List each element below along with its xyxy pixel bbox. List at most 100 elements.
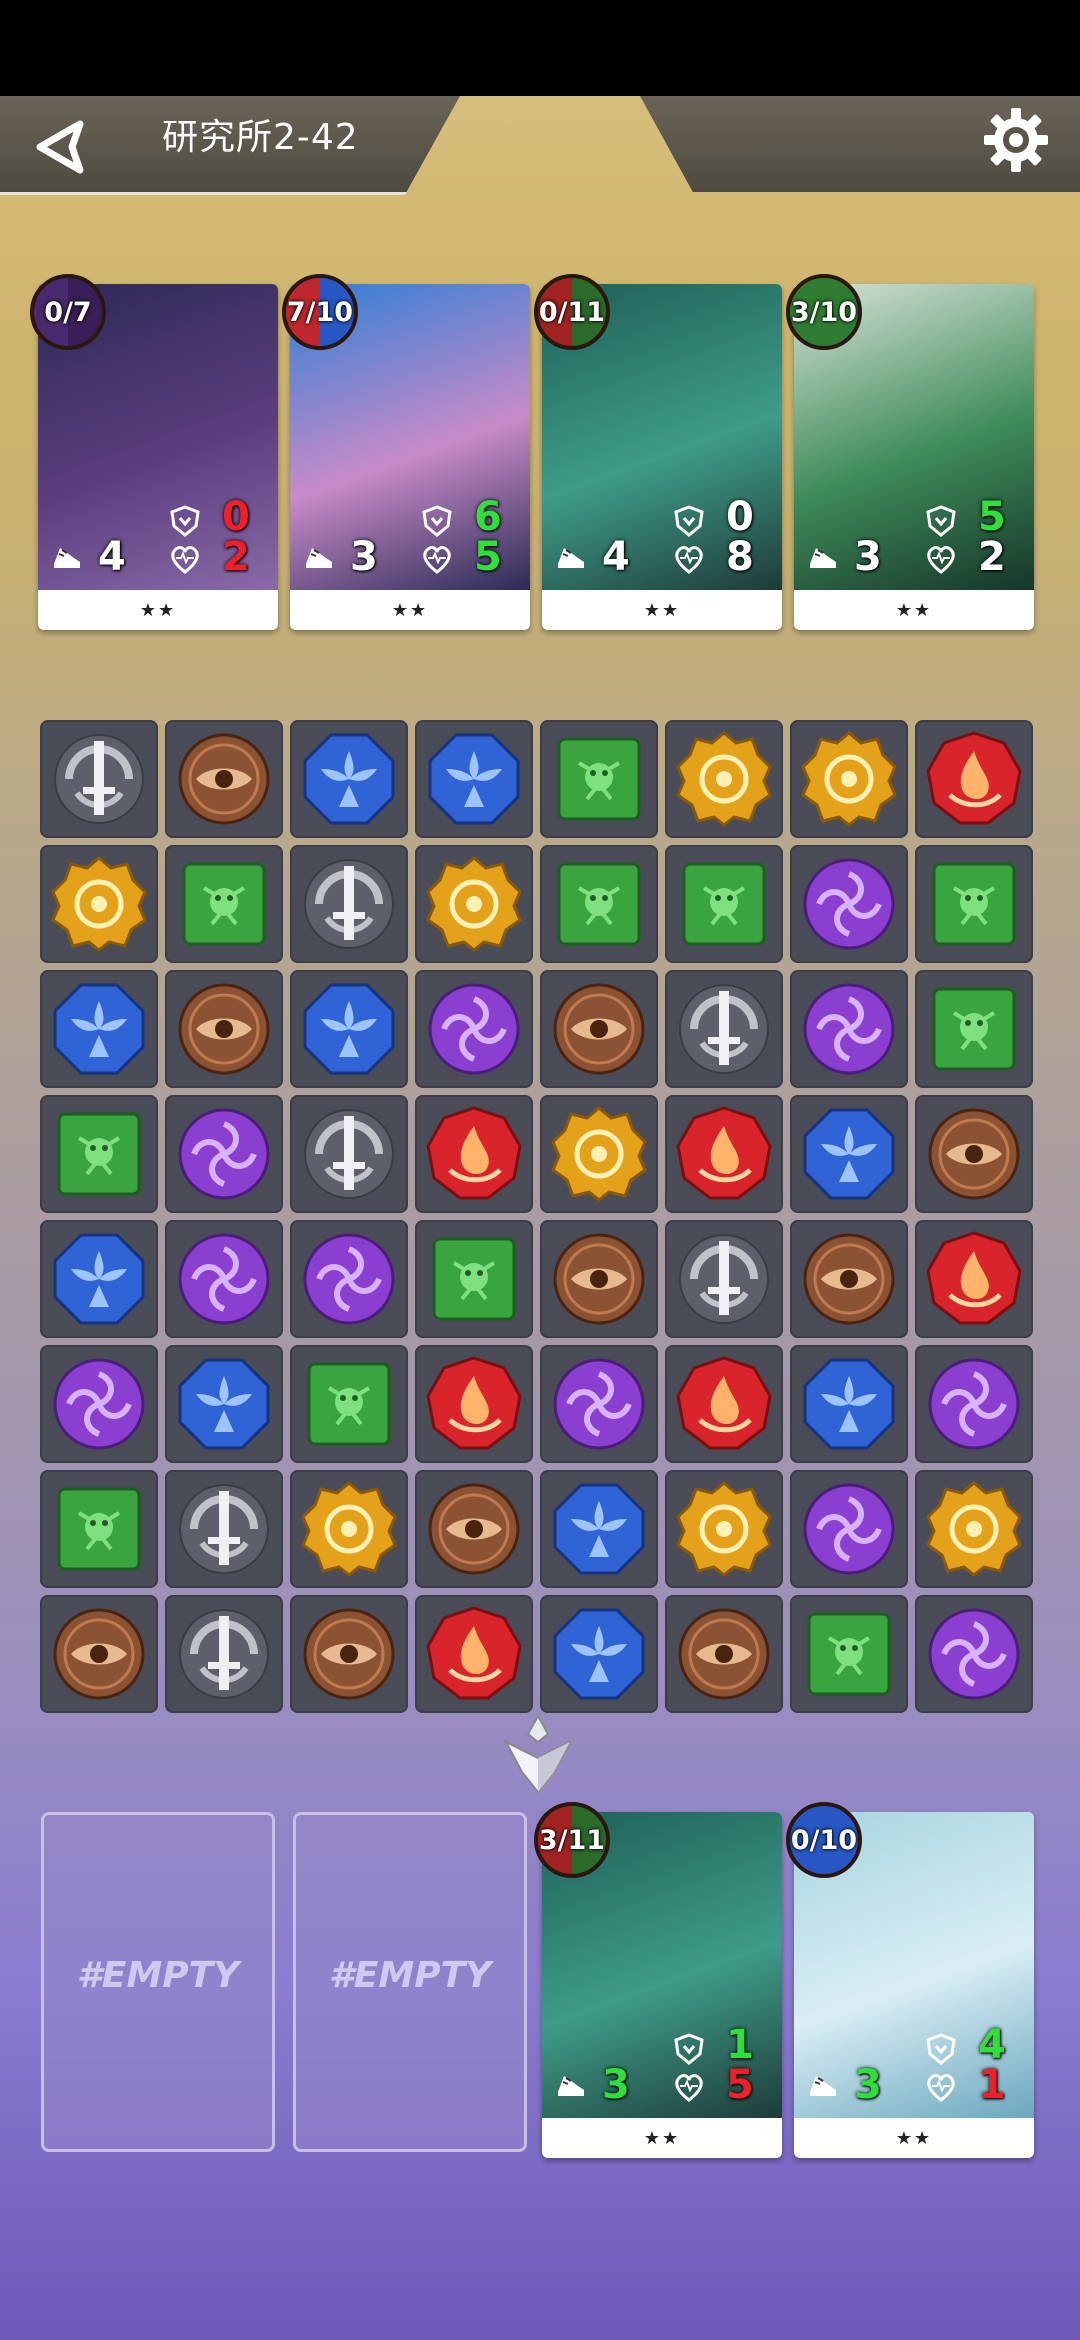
board-cell[interactable] bbox=[665, 1220, 783, 1338]
board-cell[interactable] bbox=[790, 970, 908, 1088]
board-cell[interactable] bbox=[290, 1220, 408, 1338]
board-cell[interactable] bbox=[915, 1470, 1033, 1588]
yellow-sun-gem[interactable] bbox=[549, 1104, 649, 1204]
silver-sword-gem[interactable] bbox=[299, 1104, 399, 1204]
purple-swirl-gem[interactable] bbox=[924, 1354, 1024, 1454]
board-cell[interactable] bbox=[290, 845, 408, 963]
blue-flower-gem[interactable] bbox=[549, 1479, 649, 1579]
board-cell[interactable] bbox=[165, 970, 283, 1088]
green-leaf-gem[interactable] bbox=[924, 979, 1024, 1079]
board-cell[interactable] bbox=[665, 1595, 783, 1713]
board-cell[interactable] bbox=[165, 1345, 283, 1463]
board-cell[interactable] bbox=[540, 720, 658, 838]
purple-swirl-gem[interactable] bbox=[799, 854, 899, 954]
board-cell[interactable] bbox=[290, 1595, 408, 1713]
brown-eye-gem[interactable] bbox=[924, 1104, 1024, 1204]
board-cell[interactable] bbox=[415, 970, 533, 1088]
blue-flower-gem[interactable] bbox=[49, 979, 149, 1079]
board-cell[interactable] bbox=[165, 1470, 283, 1588]
purple-swirl-gem[interactable] bbox=[924, 1604, 1024, 1704]
board-cell[interactable] bbox=[40, 1220, 158, 1338]
board-cell[interactable] bbox=[915, 1220, 1033, 1338]
purple-swirl-gem[interactable] bbox=[299, 1229, 399, 1329]
red-flame-gem[interactable] bbox=[424, 1354, 524, 1454]
board-cell[interactable] bbox=[415, 1595, 533, 1713]
board-cell[interactable] bbox=[540, 1345, 658, 1463]
board-cell[interactable] bbox=[40, 1095, 158, 1213]
blue-flower-gem[interactable] bbox=[799, 1104, 899, 1204]
red-flame-gem[interactable] bbox=[674, 1104, 774, 1204]
board-cell[interactable] bbox=[915, 1595, 1033, 1713]
board-cell[interactable] bbox=[415, 1095, 533, 1213]
red-flame-gem[interactable] bbox=[424, 1104, 524, 1204]
board-cell[interactable] bbox=[40, 1345, 158, 1463]
board-cell[interactable] bbox=[790, 1220, 908, 1338]
board-cell[interactable] bbox=[915, 720, 1033, 838]
brown-eye-gem[interactable] bbox=[799, 1229, 899, 1329]
player-card[interactable]: 3/11 3 1 5 ★★ bbox=[534, 1802, 782, 2158]
red-flame-gem[interactable] bbox=[424, 1604, 524, 1704]
board-cell[interactable] bbox=[290, 970, 408, 1088]
board-cell[interactable] bbox=[415, 845, 533, 963]
board-cell[interactable] bbox=[790, 1345, 908, 1463]
brown-eye-gem[interactable] bbox=[174, 729, 274, 829]
board-cell[interactable] bbox=[165, 1220, 283, 1338]
green-leaf-gem[interactable] bbox=[174, 854, 274, 954]
green-leaf-gem[interactable] bbox=[49, 1104, 149, 1204]
purple-swirl-gem[interactable] bbox=[799, 1479, 899, 1579]
green-leaf-gem[interactable] bbox=[549, 729, 649, 829]
board-cell[interactable] bbox=[540, 1095, 658, 1213]
silver-sword-gem[interactable] bbox=[674, 979, 774, 1079]
silver-sword-gem[interactable] bbox=[174, 1604, 274, 1704]
enemy-card[interactable]: 7/10 3 6 5 ★★ bbox=[282, 274, 530, 630]
silver-sword-gem[interactable] bbox=[174, 1479, 274, 1579]
yellow-sun-gem[interactable] bbox=[674, 729, 774, 829]
board-cell[interactable] bbox=[665, 1345, 783, 1463]
board-cell[interactable] bbox=[915, 970, 1033, 1088]
board-cell[interactable] bbox=[290, 1470, 408, 1588]
red-flame-gem[interactable] bbox=[674, 1354, 774, 1454]
board-cell[interactable] bbox=[540, 970, 658, 1088]
brown-eye-gem[interactable] bbox=[674, 1604, 774, 1704]
brown-eye-gem[interactable] bbox=[174, 979, 274, 1079]
yellow-sun-gem[interactable] bbox=[299, 1479, 399, 1579]
board-cell[interactable] bbox=[165, 1595, 283, 1713]
brown-eye-gem[interactable] bbox=[549, 1229, 649, 1329]
yellow-sun-gem[interactable] bbox=[49, 854, 149, 954]
purple-swirl-gem[interactable] bbox=[174, 1229, 274, 1329]
brown-eye-gem[interactable] bbox=[424, 1479, 524, 1579]
board-cell[interactable] bbox=[665, 720, 783, 838]
board-cell[interactable] bbox=[40, 845, 158, 963]
yellow-sun-gem[interactable] bbox=[674, 1479, 774, 1579]
board-cell[interactable] bbox=[540, 1595, 658, 1713]
red-flame-gem[interactable] bbox=[924, 1229, 1024, 1329]
board-cell[interactable] bbox=[40, 1595, 158, 1713]
purple-swirl-gem[interactable] bbox=[424, 979, 524, 1079]
blue-flower-gem[interactable] bbox=[49, 1229, 149, 1329]
yellow-sun-gem[interactable] bbox=[924, 1479, 1024, 1579]
brown-eye-gem[interactable] bbox=[549, 979, 649, 1079]
red-flame-gem[interactable] bbox=[924, 729, 1024, 829]
green-leaf-gem[interactable] bbox=[549, 854, 649, 954]
blue-flower-gem[interactable] bbox=[424, 729, 524, 829]
green-leaf-gem[interactable] bbox=[799, 1604, 899, 1704]
back-arrow-icon[interactable] bbox=[30, 116, 92, 178]
board-cell[interactable] bbox=[165, 845, 283, 963]
board-cell[interactable] bbox=[915, 1345, 1033, 1463]
blue-flower-gem[interactable] bbox=[299, 729, 399, 829]
board-cell[interactable] bbox=[915, 1095, 1033, 1213]
board-cell[interactable] bbox=[290, 1095, 408, 1213]
board-cell[interactable] bbox=[40, 720, 158, 838]
player-card[interactable]: 0/10 3 4 1 ★★ bbox=[786, 1802, 1034, 2158]
green-leaf-gem[interactable] bbox=[424, 1229, 524, 1329]
board-cell[interactable] bbox=[790, 720, 908, 838]
empty-card-slot[interactable]: #EMPTY bbox=[293, 1812, 527, 2152]
board-cell[interactable] bbox=[665, 1470, 783, 1588]
board-cell[interactable] bbox=[415, 1345, 533, 1463]
board-cell[interactable] bbox=[165, 720, 283, 838]
blue-flower-gem[interactable] bbox=[299, 979, 399, 1079]
board-cell[interactable] bbox=[40, 1470, 158, 1588]
blue-flower-gem[interactable] bbox=[174, 1354, 274, 1454]
blue-flower-gem[interactable] bbox=[799, 1354, 899, 1454]
green-leaf-gem[interactable] bbox=[49, 1479, 149, 1579]
